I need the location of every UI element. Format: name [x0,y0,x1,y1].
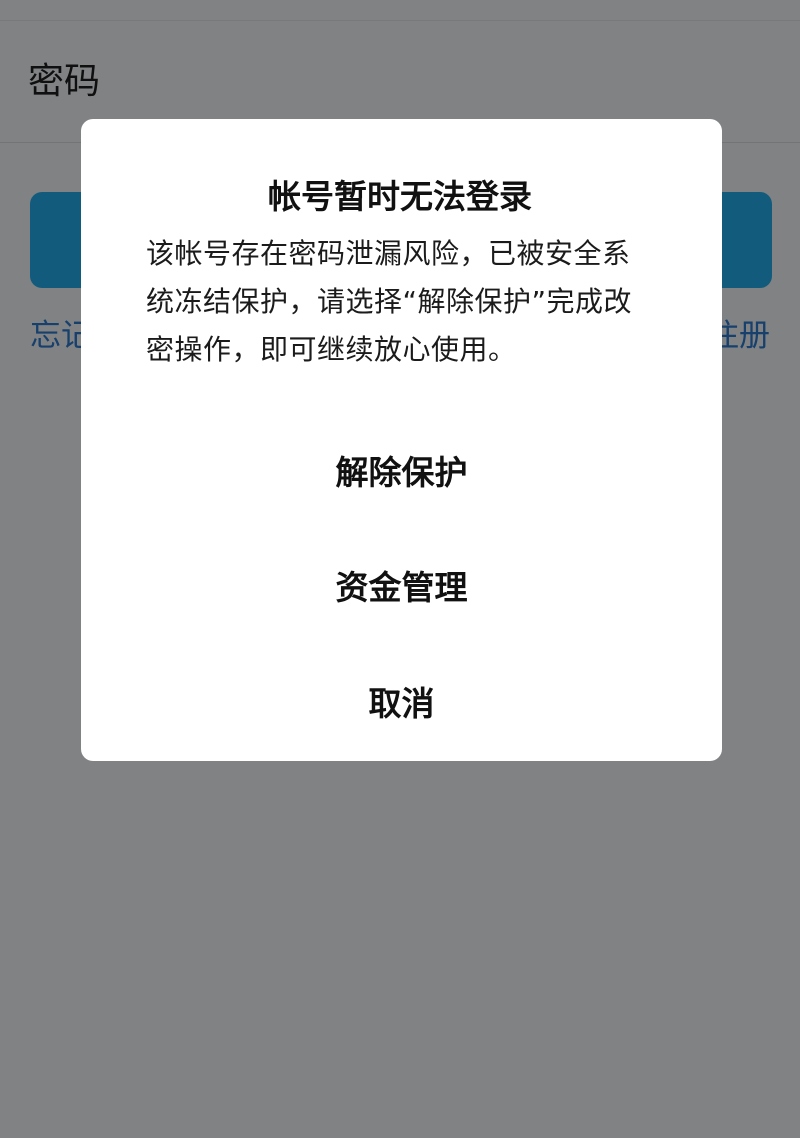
cancel-button[interactable]: 取消 [81,682,722,726]
dialog-title: 帐号暂时无法登录 [268,177,532,216]
dialog-message: 该帐号存在密码泄漏风险，已被安全系统冻结保护，请选择“解除保护”完成改密操作，即… [146,237,633,366]
unlock-protection-button[interactable]: 解除保护 [81,451,722,495]
fund-management-button[interactable]: 资金管理 [81,566,722,610]
